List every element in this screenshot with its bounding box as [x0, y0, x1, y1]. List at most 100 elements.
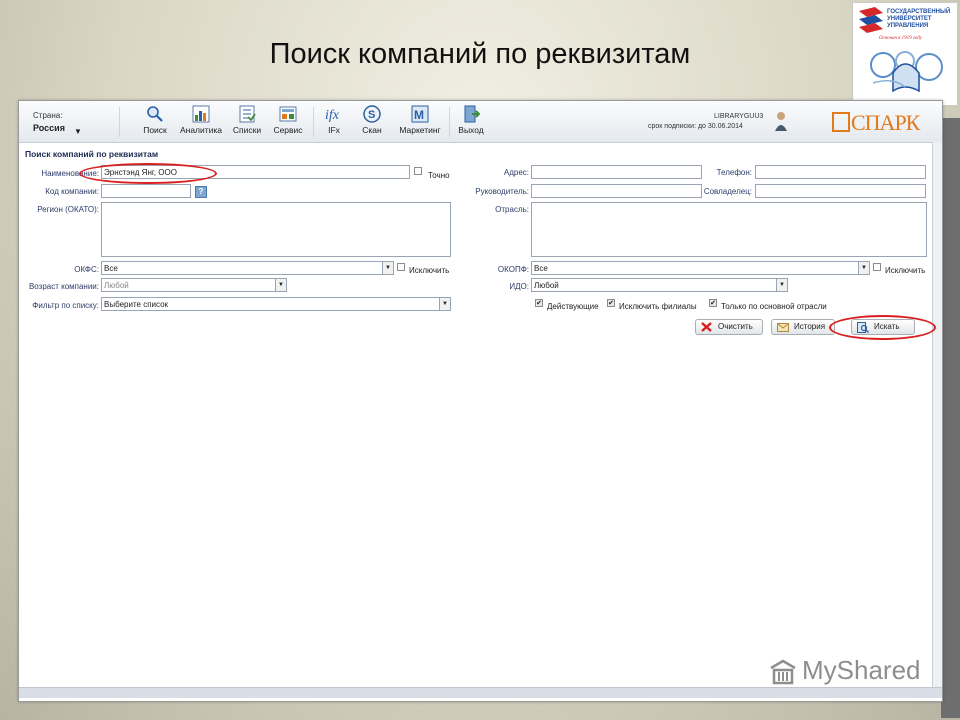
phone-label: Телефон:: [716, 168, 752, 177]
head-input[interactable]: [531, 184, 702, 198]
okopf-label: ОКОПФ:: [497, 265, 529, 274]
chevron-down-icon[interactable]: ▼: [776, 279, 787, 291]
toolbar-service-label: Сервис: [273, 125, 303, 135]
user-icon[interactable]: [774, 111, 788, 131]
ido-select[interactable]: Любой ▼: [531, 278, 788, 292]
logo-tagline: Основан в 1919 году: [879, 36, 923, 41]
exit-icon: [464, 105, 480, 123]
co-owner-label: Совладелец:: [703, 187, 752, 196]
ifx-icon: ifx: [325, 108, 340, 123]
slide-edge: [941, 118, 960, 718]
toolbar: Страна: Россия ▼ Поиск Аналитика Списки …: [19, 101, 942, 143]
company-age-label: Возраст компании:: [28, 282, 99, 291]
chevron-down-icon[interactable]: ▼: [74, 127, 82, 136]
svg-text:ifx: ifx: [325, 108, 340, 123]
okopf-value: Все: [534, 264, 548, 273]
toolbar-service-button[interactable]: Сервис: [271, 105, 305, 139]
exact-label: Точно: [428, 171, 450, 180]
toolbar-lists-label: Списки: [232, 125, 262, 135]
history-button[interactable]: История: [771, 319, 835, 335]
lists-icon: [239, 105, 256, 123]
svg-text:S: S: [368, 109, 375, 121]
toolbar-divider: [313, 107, 314, 137]
toolbar-exit-button[interactable]: Выход: [455, 105, 487, 139]
form-title: Поиск компаний по реквизитам: [25, 149, 159, 159]
chevron-down-icon[interactable]: ▼: [382, 262, 393, 274]
chevron-down-icon[interactable]: ▼: [858, 262, 869, 274]
toolbar-lists-button[interactable]: Списки: [231, 105, 263, 139]
chevron-down-icon[interactable]: ▼: [439, 298, 450, 310]
okopf-exclude-checkbox[interactable]: [873, 263, 881, 271]
exact-checkbox[interactable]: [414, 167, 422, 175]
history-envelope-icon: [777, 323, 789, 332]
toolbar-analytics-button[interactable]: Аналитика: [179, 105, 223, 139]
user-name: LIBRARYGUU3: [714, 113, 764, 120]
list-filter-select[interactable]: Выберите список ▼: [101, 297, 451, 311]
head-label: Руководитель:: [475, 187, 529, 196]
address-input[interactable]: [531, 165, 702, 179]
toolbar-search-button[interactable]: Поиск: [137, 105, 173, 139]
industry-label: Отрасль:: [495, 205, 529, 214]
magnifier-icon: [147, 106, 163, 122]
exclude-branches-checkbox[interactable]: ✔: [607, 299, 615, 307]
toolbar-marketing-button[interactable]: M Маркетинг: [397, 105, 443, 139]
annotation-oval-name: [79, 163, 217, 184]
close-icon: [701, 322, 712, 332]
logo-line2: УНИВЕРСИТЕТ: [887, 16, 932, 22]
spark-brand: СПАРК: [851, 110, 920, 135]
toolbar-divider: [449, 107, 450, 137]
ido-label: ИДО:: [509, 282, 529, 291]
toolbar-marketing-label: Маркетинг: [399, 125, 441, 135]
region-textarea[interactable]: [101, 202, 451, 257]
clear-button[interactable]: Очистить: [695, 319, 763, 335]
university-logo: ГОСУДАРСТВЕННЫЙ УНИВЕРСИТЕТ УПРАВЛЕНИЯ О…: [852, 2, 958, 106]
okfs-exclude-label: Исключить: [409, 266, 450, 275]
logo-line3: УПРАВЛЕНИЯ: [887, 23, 928, 29]
service-icon: [279, 106, 297, 122]
ido-value: Любой: [534, 281, 559, 290]
toolbar-scan-label: Скан: [362, 125, 382, 135]
toolbar-scan-button[interactable]: S Скан: [359, 105, 385, 139]
co-owner-input[interactable]: [755, 184, 926, 198]
address-label: Адрес:: [503, 168, 529, 177]
okfs-exclude-checkbox[interactable]: [397, 263, 405, 271]
logo-line1: ГОСУДАРСТВЕННЫЙ: [887, 7, 950, 15]
country-label: Страна:: [33, 111, 63, 120]
toolbar-ifx-label: IFx: [328, 125, 340, 135]
toolbar-search-label: Поиск: [143, 125, 167, 135]
spark-check-icon: [832, 112, 850, 132]
history-button-label: История: [794, 322, 826, 331]
help-icon[interactable]: ?: [195, 186, 207, 198]
clear-button-label: Очистить: [718, 322, 753, 331]
main-industry-label: Только по основной отрасли: [721, 302, 827, 311]
horizontal-scrollbar[interactable]: [19, 687, 942, 698]
main-industry-checkbox[interactable]: ✔: [709, 299, 717, 307]
scan-icon: S: [363, 105, 381, 123]
okfs-select[interactable]: Все ▼: [101, 261, 394, 275]
subscription-text: срок подписки: до 30.06.2014: [648, 123, 743, 130]
spark-logo: СПАРК: [832, 110, 920, 136]
slide-title: Поиск компаний по реквизитам: [269, 38, 691, 70]
analytics-icon: [192, 105, 210, 123]
spark-window: Страна: Россия ▼ Поиск Аналитика Списки …: [18, 100, 943, 702]
mysharedd-watermark-icon: [770, 659, 796, 685]
annotation-oval-search: [829, 315, 936, 340]
phone-input[interactable]: [755, 165, 926, 179]
watermark-text: MyShared: [802, 655, 921, 685]
region-label: Регион (ОКАТО):: [37, 205, 99, 214]
exclude-branches-label: Исключить филиалы: [619, 302, 697, 311]
okfs-label: ОКФС:: [74, 265, 99, 274]
industry-textarea[interactable]: [531, 202, 927, 257]
company-age-select[interactable]: Любой ▼: [101, 278, 287, 292]
country-select[interactable]: Россия: [33, 123, 65, 133]
okopf-select[interactable]: Все ▼: [531, 261, 870, 275]
active-checkbox[interactable]: ✔: [535, 299, 543, 307]
svg-text:M: M: [414, 108, 424, 122]
active-label: Действующие: [547, 302, 599, 311]
vertical-scrollbar[interactable]: [932, 142, 942, 687]
toolbar-ifx-button[interactable]: ifx IFx: [321, 105, 347, 139]
okfs-value: Все: [104, 264, 118, 273]
company-code-input[interactable]: [101, 184, 191, 198]
toolbar-exit-label: Выход: [458, 125, 484, 135]
chevron-down-icon[interactable]: ▼: [275, 279, 286, 291]
